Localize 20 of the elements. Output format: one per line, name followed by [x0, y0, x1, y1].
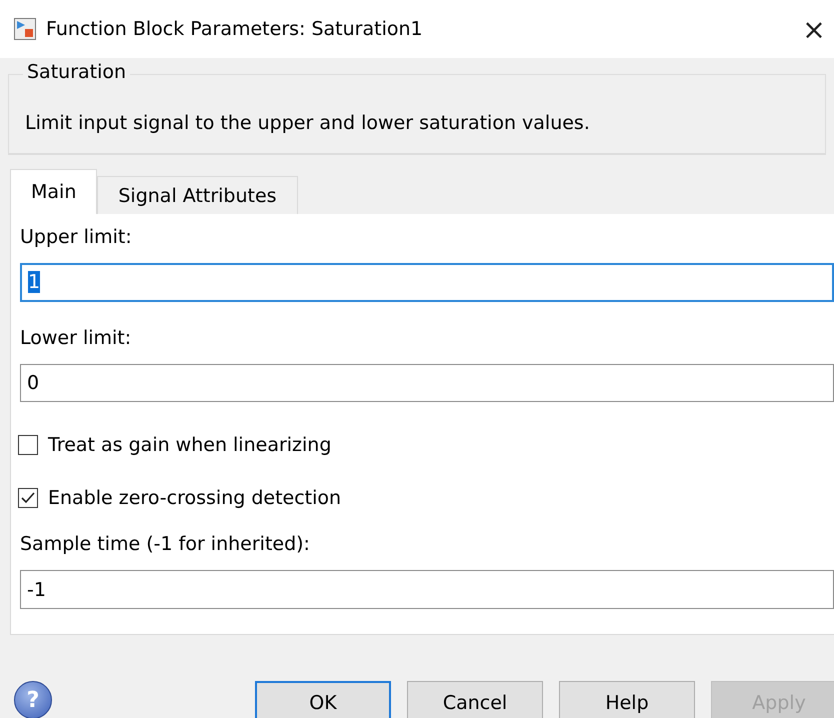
field-label: Upper limit: — [20, 226, 133, 250]
input-field[interactable]: 1 — [20, 262, 834, 302]
checkbox-label: Enable zero-crossing detection — [48, 487, 342, 510]
dialog-button[interactable]: Cancel — [407, 681, 543, 718]
dialog-button[interactable]: OK — [255, 681, 391, 718]
dialog-button[interactable]: Help — [559, 681, 695, 718]
window-title: Function Block Parameters: Saturation1 — [46, 18, 424, 40]
check-icon — [21, 492, 35, 504]
tab[interactable]: Signal Attributes — [97, 176, 298, 214]
description-text: Limit input signal to the upper and lower saturation values. — [25, 112, 590, 134]
tab[interactable]: Main — [10, 169, 98, 214]
block-icon — [14, 18, 36, 40]
input-field[interactable]: -1 — [20, 570, 834, 609]
checkbox[interactable] — [18, 488, 38, 508]
checkbox-label: Treat as gain when linearizing — [48, 434, 332, 456]
field-label: Lower limit: — [20, 326, 132, 351]
checkbox[interactable] — [18, 435, 38, 456]
close-button[interactable]: × — [794, 12, 834, 46]
field-label: Sample time (-1 for inherited): — [20, 533, 311, 558]
input-field[interactable]: 0 — [20, 364, 834, 402]
